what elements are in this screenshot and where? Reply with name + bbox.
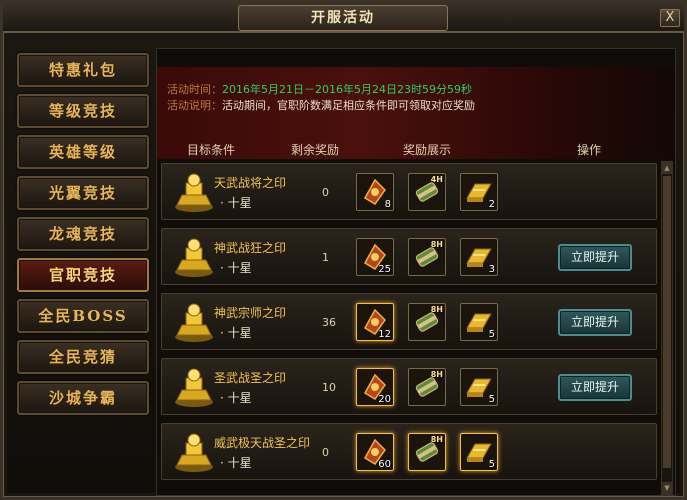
reward-duration-tag: 8H	[430, 240, 443, 249]
activity-time-line: 活动时间：2016年5月21日－2016年5月24日23时59分59秒	[167, 81, 472, 97]
reward-count: 5	[488, 329, 495, 340]
remaining-count: 10	[322, 381, 336, 394]
reward-slot[interactable]: 3	[460, 238, 498, 276]
reward-duration-tag: 8H	[430, 435, 443, 444]
activity-desc-value: 活动期间，官职阶数满足相应条件即可领取对应奖励	[222, 99, 475, 112]
reward-count: 8	[384, 199, 391, 210]
table-header: 目标条件 剩余奖励 奖励展示 操作	[157, 139, 675, 161]
reward-slot[interactable]: 5	[460, 303, 498, 341]
remaining-count: 0	[322, 446, 329, 459]
activity-menu: 特惠礼包 等级竞技 英雄等级 光翼竞技 龙魂竞技 官职竞技 全民BOSS 全民竞…	[17, 53, 149, 422]
seal-icon	[175, 173, 213, 212]
remaining-count: 1	[322, 251, 329, 264]
reward-slot[interactable]: 8H	[408, 368, 446, 406]
remaining-count: 0	[322, 186, 329, 199]
reward-count: 5	[488, 459, 495, 470]
seal-star-level: · 十星	[220, 261, 252, 275]
header-rewards: 奖励展示	[403, 143, 452, 157]
menu-item-special-pack[interactable]: 特惠礼包	[17, 53, 149, 87]
header-remaining: 剩余奖励	[291, 143, 340, 157]
seal-star-level: · 十星	[220, 391, 252, 405]
reward-duration-tag: 8H	[430, 305, 443, 314]
seal-icon	[175, 368, 213, 407]
seal-star-level: · 十星	[220, 196, 252, 210]
reward-count: 60	[378, 459, 391, 470]
activity-content: 活动时间：2016年5月21日－2016年5月24日23时59分59秒 活动说明…	[156, 48, 676, 496]
seal-name: 圣武战圣之印	[214, 371, 287, 385]
menu-item-wing-race[interactable]: 光翼竞技	[17, 176, 149, 210]
reward-table: 天武战将之印 · 十星 0 8 4H 2 神武战狂之印 · 十星 1 25 8H…	[161, 163, 657, 488]
reward-slot[interactable]: 2	[460, 173, 498, 211]
reward-slot[interactable]: 8H	[408, 433, 446, 471]
reward-slot[interactable]: 4H	[408, 173, 446, 211]
menu-item-dragon-soul-race[interactable]: 龙魂竞技	[17, 217, 149, 251]
menu-item-guessing[interactable]: 全民竞猜	[17, 340, 149, 374]
upgrade-now-button[interactable]: 立即提升	[558, 244, 632, 271]
seal-icon	[175, 303, 213, 342]
window-title: 开服活动	[238, 5, 448, 31]
reward-slot[interactable]: 5	[460, 368, 498, 406]
upgrade-now-button[interactable]: 立即提升	[558, 374, 632, 401]
reward-duration-tag: 8H	[430, 370, 443, 379]
activity-desc-line: 活动说明：活动期间，官职阶数满足相应条件即可领取对应奖励	[167, 97, 475, 113]
scroll-down-arrow-icon[interactable]: ▼	[662, 482, 672, 494]
activity-window: 开服活动 X 特惠礼包 等级竞技 英雄等级 光翼竞技 龙魂竞技 官职竞技 全民B…	[0, 0, 687, 500]
menu-item-castle-war[interactable]: 沙城争霸	[17, 381, 149, 415]
seal-name: 天武战将之印	[214, 176, 287, 190]
reward-count: 25	[378, 264, 391, 275]
reward-slot[interactable]: 60	[356, 433, 394, 471]
reward-duration-tag: 4H	[430, 175, 443, 184]
activity-time-value: 2016年5月21日－2016年5月24日23时59分59秒	[222, 83, 472, 96]
seal-name: 神武战狂之印	[214, 241, 287, 255]
reward-count: 5	[488, 394, 495, 405]
reward-count: 12	[378, 329, 391, 340]
table-row: 圣武战圣之印 · 十星 10 20 8H 5 立即提升	[161, 358, 657, 415]
activity-time-label: 活动时间：	[167, 83, 222, 96]
menu-item-hero-level[interactable]: 英雄等级	[17, 135, 149, 169]
activity-desc-label: 活动说明：	[167, 99, 222, 112]
seal-name: 神武宗师之印	[214, 306, 287, 320]
title-bar: 开服活动 X	[3, 3, 684, 33]
close-button[interactable]: X	[660, 9, 680, 27]
scroll-up-arrow-icon[interactable]: ▲	[662, 162, 672, 174]
seal-star-level: · 十星	[220, 456, 252, 470]
reward-slot[interactable]: 8H	[408, 303, 446, 341]
table-row: 神武战狂之印 · 十星 1 25 8H 3 立即提升	[161, 228, 657, 285]
table-row: 天武战将之印 · 十星 0 8 4H 2	[161, 163, 657, 220]
scroll-thumb[interactable]	[663, 176, 671, 468]
seal-name: 威武极天战圣之印	[214, 436, 311, 450]
scrollbar[interactable]: ▲ ▼	[661, 161, 673, 495]
reward-slot[interactable]: 8H	[408, 238, 446, 276]
seal-icon	[175, 433, 213, 472]
reward-slot[interactable]: 20	[356, 368, 394, 406]
upgrade-now-button[interactable]: 立即提升	[558, 309, 632, 336]
remaining-count: 36	[322, 316, 336, 329]
reward-slot[interactable]: 25	[356, 238, 394, 276]
reward-slot[interactable]: 8	[356, 173, 394, 211]
reward-slot[interactable]: 5	[460, 433, 498, 471]
reward-count: 3	[488, 264, 495, 275]
reward-slot[interactable]: 12	[356, 303, 394, 341]
table-row: 威武极天战圣之印 · 十星 0 60 8H 5	[161, 423, 657, 480]
seal-star-level: · 十星	[220, 326, 252, 340]
reward-count: 20	[378, 394, 391, 405]
seal-icon	[175, 238, 213, 277]
header-action: 操作	[577, 143, 602, 157]
menu-item-world-boss[interactable]: 全民BOSS	[17, 299, 149, 333]
reward-count: 2	[488, 199, 495, 210]
header-target: 目标条件	[187, 143, 236, 157]
menu-item-level-race[interactable]: 等级竞技	[17, 94, 149, 128]
table-row: 神武宗师之印 · 十星 36 12 8H 5 立即提升	[161, 293, 657, 350]
menu-item-official-rank-race[interactable]: 官职竞技	[17, 258, 149, 292]
